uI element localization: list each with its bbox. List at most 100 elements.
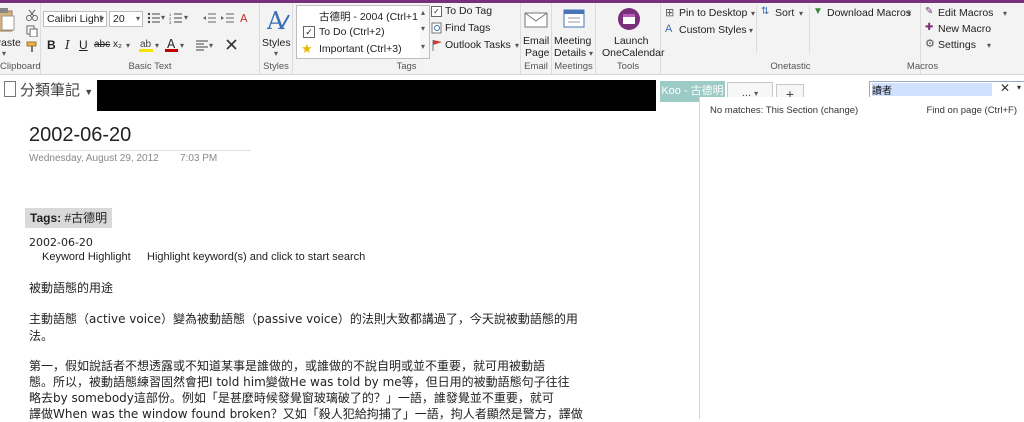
- format-painter-icon[interactable]: [26, 41, 38, 53]
- keyword-highlight-hint: Highlight keyword(s) and click to start …: [147, 251, 366, 263]
- outlook-tasks-dropdown-icon: ▾: [515, 41, 520, 50]
- bullets-dropdown-icon[interactable]: ▾: [161, 13, 165, 22]
- svg-text:A: A: [240, 12, 248, 25]
- styles-button[interactable]: A Styles ▾: [262, 7, 292, 58]
- tag-item-todo[interactable]: ✓ To Do (Ctrl+2): [299, 25, 417, 40]
- calendar-icon: [563, 9, 585, 28]
- numbering-dropdown-icon[interactable]: ▾: [184, 13, 188, 22]
- email-group-label: Email: [524, 61, 548, 72]
- tools-label-1: Launch: [614, 35, 649, 47]
- underline-icon[interactable]: U: [79, 38, 88, 52]
- italic-icon[interactable]: I: [65, 38, 70, 52]
- copy-icon[interactable]: [26, 25, 38, 37]
- gear-icon: ⚙: [925, 38, 935, 50]
- delete-icon[interactable]: [225, 38, 238, 51]
- settings-label: Settings: [938, 39, 976, 51]
- bold-icon[interactable]: B: [47, 38, 56, 52]
- tag-item-label: 古德明 - 2004 (Ctrl+1: [319, 11, 418, 23]
- paragraph-line: 譯做When was the window found broken？又如「殺人…: [29, 407, 583, 421]
- keyword-highlight-link[interactable]: Keyword Highlight: [42, 251, 131, 263]
- download-macros-label: Download Macros: [827, 7, 912, 19]
- align-dropdown-icon[interactable]: ▾: [209, 41, 213, 50]
- font-color-icon[interactable]: A: [165, 37, 179, 53]
- scroll-down-icon[interactable]: ▾: [421, 24, 425, 33]
- sort-dropdown-icon: ▾: [799, 9, 804, 18]
- email-page-button[interactable]: Email Page: [521, 7, 551, 59]
- find-on-page-link[interactable]: Find on page (Ctrl+F): [926, 105, 1017, 116]
- font-name-dropdown-icon: ▾: [99, 14, 104, 23]
- paste-button[interactable]: Paste ▾: [0, 7, 21, 58]
- email-label-1: Email: [523, 35, 550, 47]
- strikethrough-icon[interactable]: abc: [94, 39, 110, 50]
- cut-icon[interactable]: [26, 9, 38, 21]
- ribbon: Paste ▾ Clipboard Calibri Light ▾ 20 ▾ ▾: [0, 0, 1024, 75]
- flag-icon: [432, 40, 442, 51]
- styles-group: A Styles ▾ Styles: [260, 3, 293, 74]
- email-group: Email Page Email: [521, 3, 552, 74]
- envelope-icon: [524, 12, 548, 28]
- align-icon[interactable]: [195, 39, 209, 51]
- font-size-select[interactable]: 20 ▾: [109, 11, 143, 27]
- tools-group: Launch OneCalendar Tools: [596, 3, 664, 74]
- basic-text-group: Calibri Light ▾ 20 ▾ ▾ 123 ▾ A B I U abc…: [41, 3, 260, 74]
- search-input[interactable]: [872, 83, 992, 96]
- new-macro-icon: ✚: [925, 22, 934, 33]
- star-icon: ★: [301, 41, 313, 56]
- meetings-group-label: Meetings: [554, 61, 593, 72]
- subscript-icon[interactable]: x₂: [113, 39, 122, 50]
- macros-group-label: Macros: [906, 61, 939, 72]
- onecalendar-icon: [618, 8, 640, 30]
- sort-label: Sort: [775, 7, 795, 19]
- paste-icon: [0, 8, 15, 32]
- highlight-dropdown-icon[interactable]: ▾: [155, 41, 159, 50]
- search-scope-dropdown-icon[interactable]: ▾: [1017, 83, 1021, 92]
- search-results-pane: No matches: This Section (change) Find o…: [699, 97, 1024, 419]
- note-date-line: 2002-06-20: [29, 236, 93, 249]
- notebook-name: 分類筆記: [20, 82, 81, 99]
- pin-dropdown-icon: ▾: [751, 9, 756, 18]
- paragraph-line: 略去by somebody這部份。例如「是甚麼時候發覺窗玻璃破了的？」一語，誰發…: [29, 391, 554, 405]
- font-color-dropdown-icon[interactable]: ▾: [180, 41, 184, 50]
- styles-group-label: Styles: [263, 61, 289, 72]
- download-macros-dropdown-icon: ▾: [907, 9, 912, 18]
- tags-gallery-scroll[interactable]: ▴ ▾ ▾: [420, 5, 430, 59]
- meeting-details-button[interactable]: Meeting Details ▾: [554, 7, 594, 59]
- tags-line[interactable]: Tags: #古德明: [25, 208, 113, 228]
- divider: [756, 5, 757, 53]
- custom-styles-label: Custom Styles: [679, 24, 747, 36]
- bullets-icon[interactable]: [147, 12, 161, 24]
- more-icon[interactable]: ▾: [421, 42, 425, 51]
- basic-text-group-label: Basic Text: [128, 61, 172, 72]
- increase-indent-icon[interactable]: [221, 12, 235, 24]
- tag-item-koo[interactable]: 古德明 - 2004 (Ctrl+1: [299, 8, 418, 23]
- no-matches-text[interactable]: No matches: This Section (change): [710, 105, 858, 116]
- scroll-up-icon[interactable]: ▴: [421, 8, 425, 17]
- tag-item-important[interactable]: ★ Important (Ctrl+3): [299, 41, 417, 57]
- notebook-dropdown-icon: ▼: [84, 87, 94, 97]
- section-heading: 被動語態的用途: [29, 281, 114, 295]
- tag-item-label: Important (Ctrl+3): [319, 43, 402, 55]
- tags-label: Tags:: [30, 211, 62, 225]
- tags-group-label: Tags: [396, 61, 417, 72]
- clear-formatting-icon[interactable]: A: [239, 11, 253, 25]
- font-name-value: Calibri Light: [47, 13, 103, 25]
- clipboard-group: Paste ▾ Clipboard: [0, 3, 41, 74]
- font-name-select[interactable]: Calibri Light ▾: [43, 11, 107, 27]
- edit-macros-dropdown-icon: ▾: [1003, 9, 1008, 18]
- checkbox-icon: ✓: [303, 26, 315, 38]
- subscript-dropdown-icon[interactable]: ▾: [126, 41, 130, 50]
- launch-onecalendar-button[interactable]: Launch OneCalendar: [598, 7, 664, 59]
- clear-search-icon[interactable]: ✕: [1000, 81, 1010, 95]
- clipboard-group-label: Clipboard: [0, 61, 41, 72]
- page-title[interactable]: 2002-06-20: [29, 124, 131, 147]
- svg-text:3: 3: [169, 20, 172, 24]
- numbering-icon[interactable]: 123: [169, 12, 183, 24]
- styles-label: Styles: [262, 37, 291, 49]
- highlight-icon[interactable]: ab: [139, 37, 155, 53]
- page-time: 7:03 PM: [180, 153, 218, 164]
- decrease-indent-icon[interactable]: [203, 12, 217, 24]
- pin-icon: ⊞: [665, 7, 675, 19]
- divider: [809, 5, 810, 53]
- notebook-selector[interactable]: 分類筆記 ▼: [4, 80, 93, 102]
- paragraph-line: 第一，假如說話者不想透露或不知道某事是誰做的，或誰做的不說自明或並不重要，就可用…: [29, 359, 546, 373]
